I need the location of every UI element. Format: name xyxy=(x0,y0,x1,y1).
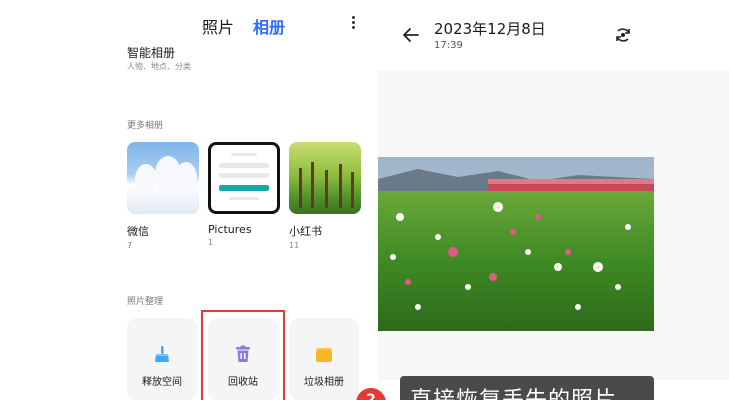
album-xiaohongshu[interactable]: 小红书 11 xyxy=(289,142,361,250)
rotate-icon[interactable] xyxy=(614,26,632,44)
album-wechat[interactable]: 微信 7 xyxy=(127,142,199,250)
album-thumbnail xyxy=(127,142,199,214)
tab-photos[interactable]: 照片 xyxy=(202,14,234,38)
album-count: 1 xyxy=(208,238,214,247)
albums-panel: 照片 相册 智能相册 人物、地点、分类 更多相册 微信 7 Pictures 1 xyxy=(0,0,378,400)
photo-date: 2023年12月8日 xyxy=(434,20,546,38)
more-albums-title: 更多相册 xyxy=(127,121,164,131)
recycle-bin-highlight xyxy=(201,310,285,400)
photo-viewer-panel: 2023年12月8日 17:39 2 xyxy=(356,0,729,400)
flower-field-photo xyxy=(378,157,654,331)
broom-icon xyxy=(155,346,169,362)
album-count: 11 xyxy=(289,241,300,250)
back-arrow-icon[interactable] xyxy=(402,26,420,44)
album-pictures[interactable]: Pictures 1 xyxy=(208,142,280,247)
organize-title: 照片整理 xyxy=(127,297,164,307)
smart-albums-title[interactable]: 智能相册 xyxy=(127,44,175,61)
annotation-caption: 直接恢复丢失的照片 xyxy=(400,376,654,400)
album-thumbnail xyxy=(289,142,361,214)
album-name: 微信 xyxy=(127,225,149,238)
album-thumbnail xyxy=(208,142,280,214)
album-count: 7 xyxy=(127,241,133,250)
tab-albums[interactable]: 相册 xyxy=(253,14,285,38)
top-tabs: 照片 相册 xyxy=(0,14,378,38)
junk-album-button[interactable]: 垃圾相册 xyxy=(289,318,359,400)
free-space-button[interactable]: 释放空间 xyxy=(127,318,197,400)
folder-icon xyxy=(316,348,332,362)
photo-canvas[interactable] xyxy=(378,70,729,380)
more-options-icon[interactable] xyxy=(348,15,358,33)
photo-time: 17:39 xyxy=(434,40,463,51)
tool-label: 释放空间 xyxy=(142,377,182,388)
tool-label: 垃圾相册 xyxy=(304,377,344,388)
album-name: Pictures xyxy=(208,223,252,236)
smart-albums-subtitle: 人物、地点、分类 xyxy=(127,62,191,71)
album-name: 小红书 xyxy=(289,225,322,238)
